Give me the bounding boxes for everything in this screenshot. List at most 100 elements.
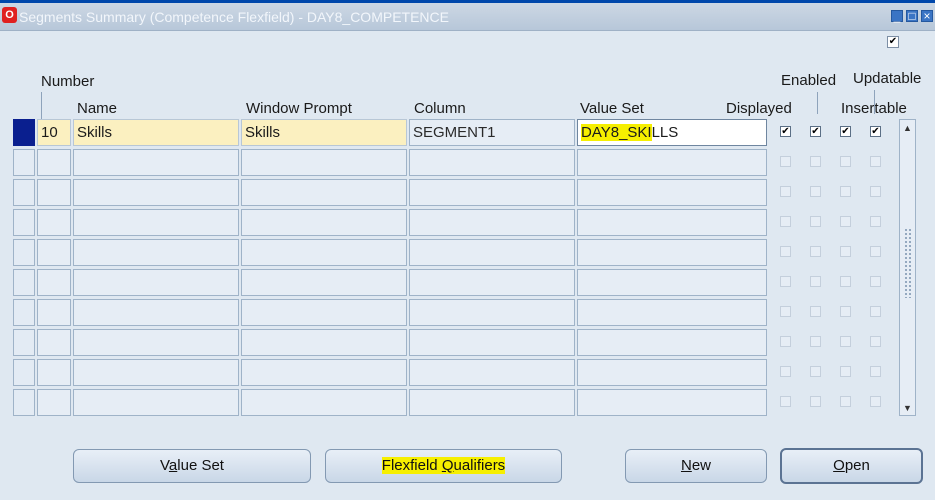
displayed-checkbox[interactable] bbox=[780, 156, 791, 167]
name-field[interactable] bbox=[73, 299, 239, 326]
number-field[interactable] bbox=[37, 179, 71, 206]
row-selector[interactable] bbox=[13, 119, 35, 146]
number-field[interactable] bbox=[37, 269, 71, 296]
displayed-checkbox[interactable]: ✔ bbox=[780, 126, 791, 137]
window-prompt-field[interactable] bbox=[241, 359, 407, 386]
name-field[interactable] bbox=[73, 359, 239, 386]
new-button[interactable]: New bbox=[625, 449, 767, 483]
column-field[interactable] bbox=[409, 329, 575, 356]
name-field[interactable]: Skills bbox=[73, 119, 239, 146]
displayed-checkbox[interactable] bbox=[780, 276, 791, 287]
value-set-field[interactable] bbox=[577, 329, 767, 356]
insertable-checkbox[interactable] bbox=[870, 216, 881, 227]
displayed-checkbox[interactable] bbox=[780, 246, 791, 257]
name-field[interactable] bbox=[73, 179, 239, 206]
scroll-down-icon[interactable]: ▼ bbox=[902, 402, 913, 414]
updatable-checkbox[interactable] bbox=[840, 246, 851, 257]
top-checkbox[interactable]: ✔ bbox=[887, 36, 899, 48]
vertical-scrollbar[interactable]: ▲ ▼ bbox=[899, 119, 916, 416]
displayed-checkbox[interactable] bbox=[780, 336, 791, 347]
insertable-checkbox[interactable] bbox=[870, 306, 881, 317]
enabled-checkbox[interactable]: ✔ bbox=[810, 126, 821, 137]
column-field[interactable] bbox=[409, 149, 575, 176]
row-selector[interactable] bbox=[13, 329, 35, 356]
insertable-checkbox[interactable] bbox=[870, 336, 881, 347]
scroll-up-icon[interactable]: ▲ bbox=[902, 122, 913, 134]
updatable-checkbox[interactable] bbox=[840, 216, 851, 227]
maximize-icon[interactable]: □ bbox=[906, 10, 918, 22]
number-field[interactable] bbox=[37, 239, 71, 266]
column-field[interactable] bbox=[409, 389, 575, 416]
number-field[interactable] bbox=[37, 359, 71, 386]
row-selector[interactable] bbox=[13, 359, 35, 386]
enabled-checkbox[interactable] bbox=[810, 186, 821, 197]
updatable-checkbox[interactable] bbox=[840, 186, 851, 197]
column-field[interactable]: SEGMENT1 bbox=[409, 119, 575, 146]
value-set-field[interactable] bbox=[577, 359, 767, 386]
value-set-field[interactable] bbox=[577, 239, 767, 266]
displayed-checkbox[interactable] bbox=[780, 306, 791, 317]
row-selector[interactable] bbox=[13, 239, 35, 266]
column-field[interactable] bbox=[409, 269, 575, 296]
window-prompt-field[interactable] bbox=[241, 209, 407, 236]
updatable-checkbox[interactable] bbox=[840, 366, 851, 377]
insertable-checkbox[interactable] bbox=[870, 396, 881, 407]
displayed-checkbox[interactable] bbox=[780, 396, 791, 407]
flexfield-qualifiers-button[interactable]: Flexfield Qualifiers bbox=[325, 449, 562, 483]
row-selector[interactable] bbox=[13, 299, 35, 326]
window-prompt-field[interactable] bbox=[241, 389, 407, 416]
window-prompt-field[interactable] bbox=[241, 269, 407, 296]
name-field[interactable] bbox=[73, 239, 239, 266]
name-field[interactable] bbox=[73, 329, 239, 356]
enabled-checkbox[interactable] bbox=[810, 396, 821, 407]
enabled-checkbox[interactable] bbox=[810, 156, 821, 167]
window-prompt-field[interactable] bbox=[241, 179, 407, 206]
row-selector[interactable] bbox=[13, 389, 35, 416]
updatable-checkbox[interactable] bbox=[840, 306, 851, 317]
value-set-field[interactable]: DAY8_SKILLS bbox=[577, 119, 767, 146]
value-set-field[interactable] bbox=[577, 179, 767, 206]
insertable-checkbox[interactable] bbox=[870, 246, 881, 257]
insertable-checkbox[interactable]: ✔ bbox=[870, 126, 881, 137]
column-field[interactable] bbox=[409, 299, 575, 326]
column-field[interactable] bbox=[409, 179, 575, 206]
updatable-checkbox[interactable]: ✔ bbox=[840, 126, 851, 137]
column-field[interactable] bbox=[409, 359, 575, 386]
number-field[interactable] bbox=[37, 329, 71, 356]
row-selector[interactable] bbox=[13, 209, 35, 236]
window-prompt-field[interactable] bbox=[241, 239, 407, 266]
displayed-checkbox[interactable] bbox=[780, 216, 791, 227]
updatable-checkbox[interactable] bbox=[840, 156, 851, 167]
minimize-icon[interactable]: _ bbox=[891, 10, 903, 22]
insertable-checkbox[interactable] bbox=[870, 366, 881, 377]
open-button[interactable]: Open bbox=[780, 448, 923, 484]
close-icon[interactable]: × bbox=[921, 10, 933, 22]
value-set-field[interactable] bbox=[577, 149, 767, 176]
insertable-checkbox[interactable] bbox=[870, 186, 881, 197]
enabled-checkbox[interactable] bbox=[810, 276, 821, 287]
enabled-checkbox[interactable] bbox=[810, 246, 821, 257]
name-field[interactable] bbox=[73, 389, 239, 416]
number-field[interactable] bbox=[37, 299, 71, 326]
value-set-field[interactable] bbox=[577, 269, 767, 296]
scroll-grip-icon[interactable] bbox=[904, 228, 912, 298]
column-field[interactable] bbox=[409, 239, 575, 266]
enabled-checkbox[interactable] bbox=[810, 336, 821, 347]
number-field[interactable]: 10 bbox=[37, 119, 71, 146]
enabled-checkbox[interactable] bbox=[810, 306, 821, 317]
number-field[interactable] bbox=[37, 209, 71, 236]
column-field[interactable] bbox=[409, 209, 575, 236]
name-field[interactable] bbox=[73, 149, 239, 176]
number-field[interactable] bbox=[37, 389, 71, 416]
window-prompt-field[interactable] bbox=[241, 299, 407, 326]
window-prompt-field[interactable] bbox=[241, 149, 407, 176]
number-field[interactable] bbox=[37, 149, 71, 176]
window-prompt-field[interactable] bbox=[241, 329, 407, 356]
row-selector[interactable] bbox=[13, 179, 35, 206]
value-set-button[interactable]: Value Set bbox=[73, 449, 311, 483]
value-set-field[interactable] bbox=[577, 389, 767, 416]
enabled-checkbox[interactable] bbox=[810, 216, 821, 227]
window-prompt-field[interactable]: Skills bbox=[241, 119, 407, 146]
name-field[interactable] bbox=[73, 209, 239, 236]
updatable-checkbox[interactable] bbox=[840, 276, 851, 287]
